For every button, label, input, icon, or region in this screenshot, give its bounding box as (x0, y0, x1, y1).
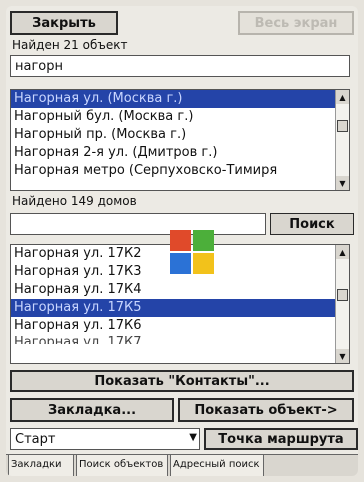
bottom-tab-bar: Закладки Поиск объектов Адресный поиск (6, 454, 358, 476)
scroll-thumb[interactable] (337, 120, 348, 132)
tab-bookmarks[interactable]: Закладки (8, 455, 74, 476)
list-item[interactable]: Нагорная ул. (Москва г.) (11, 90, 349, 108)
search-button[interactable]: Поиск (270, 213, 354, 235)
close-button[interactable]: Закрыть (10, 11, 118, 35)
houses-found-label: Найдено 149 домов (12, 194, 137, 208)
list-item[interactable]: Нагорный бул. (Москва г.) (11, 108, 349, 126)
house-search-input[interactable] (10, 213, 266, 235)
windows-flag-icon (170, 230, 214, 274)
objects-list[interactable]: Нагорная ул. (Москва г.) Нагорный бул. (… (10, 89, 350, 191)
tab-object-search[interactable]: Поиск объектов (76, 455, 168, 476)
list-item[interactable]: Нагорная метро (Серпуховско-Тимиря (11, 162, 349, 180)
route-point-select[interactable]: Старт ▼ (10, 428, 200, 450)
list-item[interactable]: Нагорная ул. 17К5 (11, 299, 349, 317)
tab-address-search[interactable]: Адресный поиск (170, 455, 264, 476)
app-window: Закрыть Весь экран Найден 21 объект наго… (6, 6, 358, 476)
bookmark-button[interactable]: Закладка... (10, 398, 174, 422)
show-contacts-button[interactable]: Показать "Контакты"... (10, 370, 354, 392)
scroll-up-icon[interactable]: ▲ (336, 245, 349, 259)
list-item[interactable]: Нагорная 2-я ул. (Дмитров г.) (11, 144, 349, 162)
objects-found-label: Найден 21 объект (12, 38, 128, 52)
chevron-down-icon[interactable]: ▼ (189, 432, 197, 443)
list-item[interactable]: Нагорная ул. 17К7 (11, 335, 349, 344)
houses-scrollbar[interactable]: ▲ ▼ (335, 245, 349, 363)
show-object-button[interactable]: Показать объект-> (178, 398, 354, 422)
object-search-input[interactable]: нагорн (10, 55, 350, 77)
objects-scrollbar[interactable]: ▲ ▼ (335, 90, 349, 190)
list-item[interactable]: Нагорная ул. 17К6 (11, 317, 349, 335)
fullscreen-button[interactable]: Весь экран (238, 11, 354, 35)
scroll-down-icon[interactable]: ▼ (336, 349, 349, 363)
scroll-thumb[interactable] (337, 289, 348, 301)
scroll-up-icon[interactable]: ▲ (336, 90, 349, 104)
route-point-button[interactable]: Точка маршрута (204, 428, 358, 450)
route-select-value: Старт (15, 431, 56, 447)
scroll-down-icon[interactable]: ▼ (336, 176, 349, 190)
list-item[interactable]: Нагорный пр. (Москва г.) (11, 126, 349, 144)
list-item[interactable]: Нагорная ул. 17К4 (11, 281, 349, 299)
